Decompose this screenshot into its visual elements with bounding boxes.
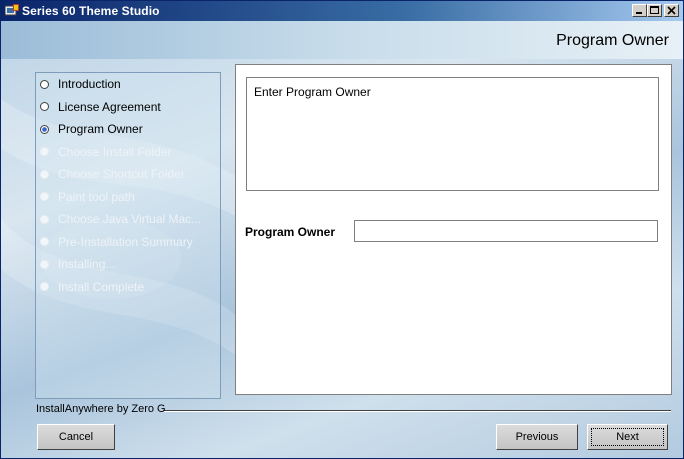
step-label: Installing... [58, 257, 116, 271]
cancel-button[interactable]: Cancel [37, 424, 115, 450]
step-label: Choose Java Virtual Mac... [58, 212, 202, 226]
vendor-label: InstallAnywhere by Zero G [36, 403, 166, 415]
step-status-icon [40, 147, 49, 156]
step-status-icon [40, 192, 49, 201]
step-item: Introduction [40, 75, 121, 93]
step-label: Paint tool path [58, 189, 135, 204]
maximize-icon [650, 6, 659, 14]
step-status-icon [40, 169, 49, 179]
title-bar[interactable]: Series 60 Theme Studio [1, 1, 683, 21]
step-label: Introduction [58, 77, 121, 91]
maximize-button[interactable] [647, 4, 662, 17]
minimize-icon [636, 12, 642, 14]
page-title: Program Owner [556, 32, 669, 49]
step-item: Choose Install Folder [40, 143, 171, 161]
step-status-icon [40, 237, 49, 246]
step-item: Choose Java Virtual Mac... [40, 210, 201, 228]
step-status-icon [40, 282, 49, 291]
next-button-label: Next [591, 428, 664, 446]
step-status-icon [40, 124, 49, 134]
previous-button[interactable]: Previous [496, 424, 578, 450]
step-label: Program Owner [58, 122, 143, 136]
app-icon [4, 4, 19, 17]
step-item: Program Owner [40, 120, 143, 138]
step-label: Pre-Installation Summary [58, 234, 193, 249]
step-status-icon [40, 79, 49, 89]
window-title: Series 60 Theme Studio [22, 4, 160, 18]
step-status-icon [40, 214, 49, 224]
program-owner-label: Program Owner [245, 225, 336, 239]
step-item: Installing... [40, 255, 115, 273]
step-label: Install Complete [58, 279, 145, 294]
step-item: Install Complete [40, 278, 144, 296]
description-text: Enter Program Owner [254, 85, 371, 99]
step-status-icon [40, 259, 49, 269]
step-item: Choose Shortcut Folder [40, 165, 185, 183]
step-item: License Agreement [40, 98, 161, 116]
step-status-icon [40, 102, 49, 111]
step-label: Choose Shortcut Folder [58, 167, 185, 181]
installer-window: Series 60 Theme Studio Program Owner Int… [0, 0, 684, 459]
minimize-button[interactable] [632, 4, 647, 17]
footer-separator [163, 410, 671, 412]
next-button[interactable]: Next [587, 424, 668, 450]
description-box: Enter Program Owner [246, 77, 659, 191]
step-label: License Agreement [58, 99, 161, 114]
step-label: Choose Install Folder [58, 144, 172, 159]
close-button[interactable] [664, 4, 679, 17]
program-owner-input[interactable] [354, 220, 658, 242]
close-icon [667, 6, 676, 15]
steps-list: Introduction License Agreement Program Own… [35, 72, 221, 399]
step-item: Pre-Installation Summary [40, 233, 193, 251]
step-item: Paint tool path [40, 188, 135, 206]
